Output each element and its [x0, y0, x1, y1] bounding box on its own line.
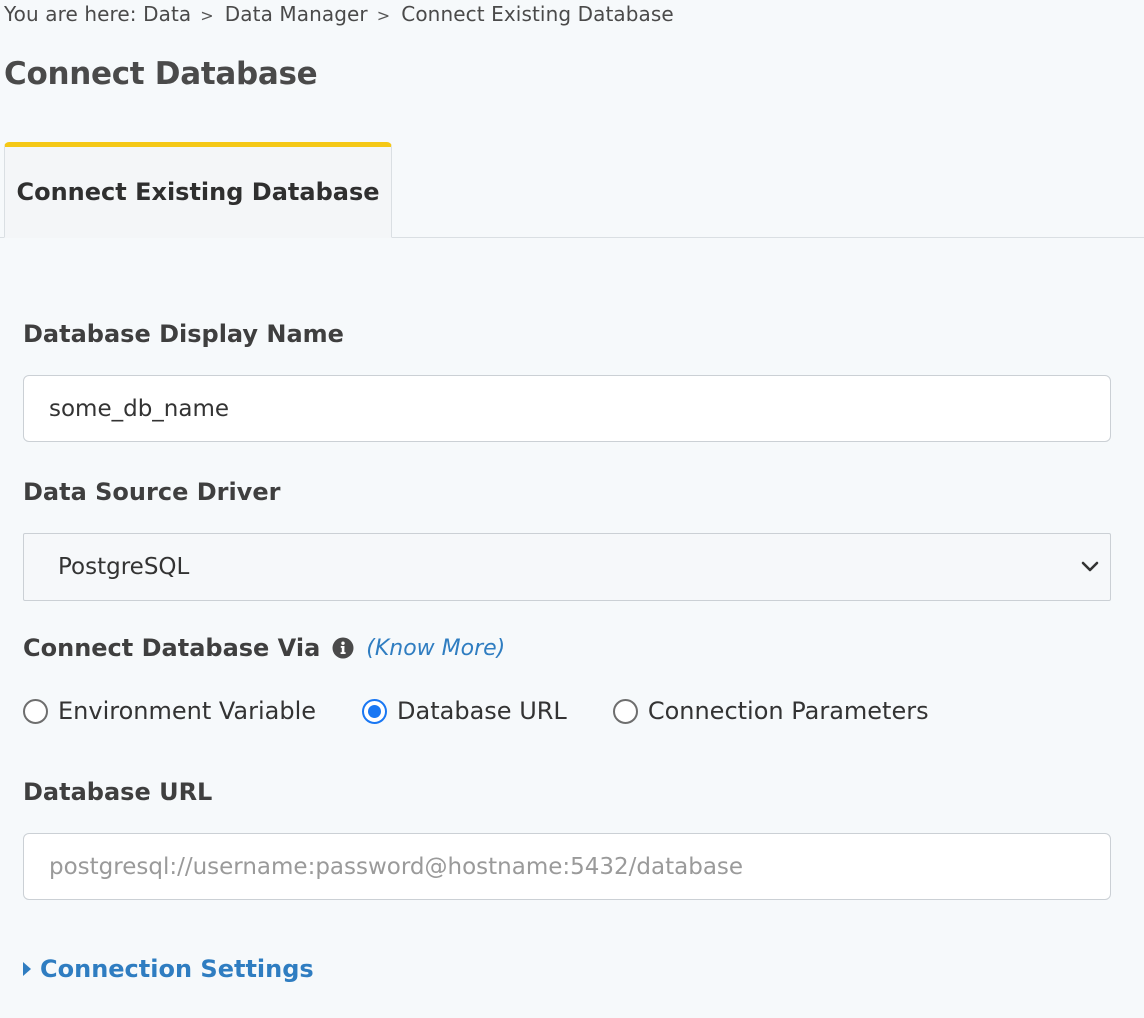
radio-environment-variable[interactable] — [23, 698, 48, 724]
breadcrumb-separator: > — [376, 6, 391, 25]
radio-option-connection-parameters[interactable]: Connection Parameters — [612, 697, 929, 725]
breadcrumb: You are here: Data > Data Manager > Connect … — [4, 2, 674, 26]
radio-option-database-url[interactable]: Database URL — [362, 697, 567, 725]
driver-selected-value: PostgreSQL — [58, 554, 190, 580]
breadcrumb-item-current: Connect Existing Database — [401, 2, 674, 26]
tab-strip: Connect Existing Database — [0, 142, 1144, 238]
caret-right-icon — [23, 962, 31, 976]
breadcrumb-separator: > — [200, 6, 214, 25]
radio-database-url[interactable] — [362, 698, 388, 724]
radio-label: Database URL — [397, 697, 567, 725]
connection-settings-toggle[interactable]: Connection Settings — [23, 955, 314, 983]
connection-settings-label: Connection Settings — [40, 955, 314, 983]
chevron-down-icon — [1081, 561, 1099, 572]
display-name-input[interactable] — [23, 375, 1111, 442]
database-url-input[interactable] — [23, 833, 1111, 900]
database-url-label: Database URL — [23, 778, 213, 806]
info-icon[interactable] — [332, 637, 354, 659]
connect-via-label: Connect Database Via — [23, 634, 321, 662]
know-more-link[interactable]: (Know More) — [366, 636, 505, 661]
tab-connect-existing-database[interactable]: Connect Existing Database — [4, 142, 392, 238]
breadcrumb-item-data-manager[interactable]: Data Manager — [225, 2, 368, 26]
radio-option-environment-variable[interactable]: Environment Variable — [23, 697, 316, 725]
page-title: Connect Database — [4, 56, 318, 92]
connect-via-radio-group: Environment Variable Database URL Connec… — [23, 697, 975, 725]
connect-database-page: You are here: Data > Data Manager > Connect … — [0, 0, 1144, 1018]
radio-label: Connection Parameters — [647, 697, 929, 725]
breadcrumb-item-data[interactable]: Data — [143, 2, 191, 26]
display-name-label: Database Display Name — [23, 320, 344, 348]
radio-connection-parameters[interactable] — [612, 698, 638, 724]
driver-label: Data Source Driver — [23, 478, 281, 506]
breadcrumb-prefix: You are here: — [4, 2, 137, 26]
driver-select[interactable]: PostgreSQL — [23, 533, 1111, 601]
connect-via-row: Connect Database Via (Know More) — [23, 634, 505, 662]
radio-label: Environment Variable — [58, 697, 317, 725]
